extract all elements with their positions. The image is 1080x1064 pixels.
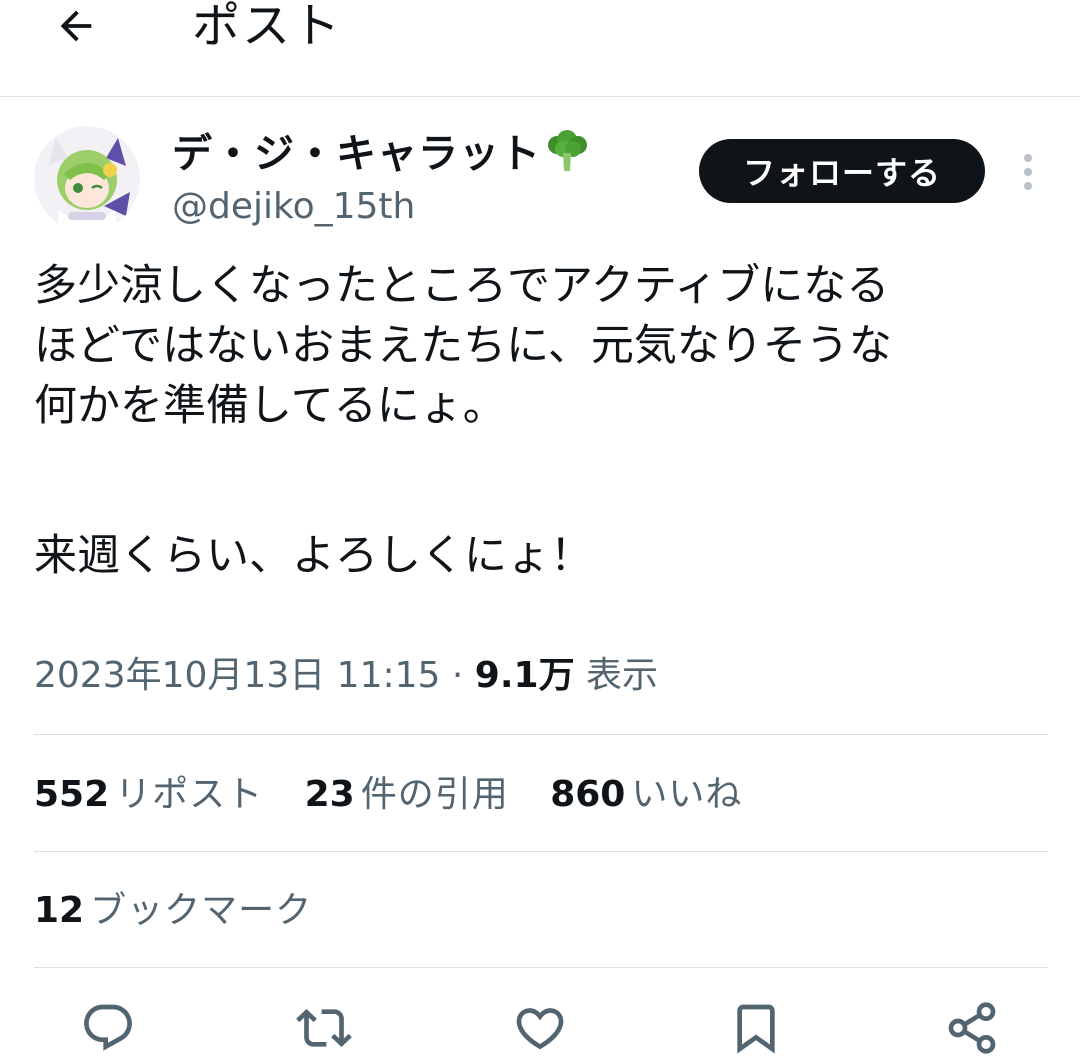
post-meta: 2023年10月13日 11:15 · 9.1万 表示 (34, 652, 658, 700)
bookmark-button[interactable] (724, 1000, 788, 1064)
quotes-count: 23 (304, 774, 355, 815)
arrow-left-icon (60, 10, 92, 42)
share-button[interactable] (940, 1000, 1004, 1064)
likes-label: いいね (631, 774, 743, 815)
avatar-image (34, 126, 140, 232)
reposts-stat[interactable]: 552 リポスト (34, 770, 263, 820)
more-options-button[interactable] (1008, 150, 1048, 194)
bookmarks-count: 12 (34, 890, 85, 931)
engagement-stats: 552 リポスト 23 件の引用 860 いいね (34, 770, 772, 820)
post-text: 多少涼しくなったところでアクティブになる ほどではないおまえたちに、元気なりそう… (34, 256, 1044, 586)
avatar[interactable] (34, 126, 140, 232)
repost-button[interactable] (292, 1000, 356, 1064)
top-bar: ポスト (0, 0, 1080, 97)
views-count: 9.1万 (474, 655, 575, 696)
action-bar (0, 1000, 1080, 1054)
reposts-count: 552 (34, 774, 110, 815)
reply-button[interactable] (76, 1000, 140, 1064)
post-text-line: 何かを準備してるにょ。 (34, 381, 506, 431)
author-display-name[interactable]: デ・ジ・キャラット (172, 128, 591, 186)
likes-count: 860 (550, 774, 626, 815)
back-button[interactable] (44, 0, 108, 52)
post-timestamp[interactable]: 2023年10月13日 11:15 (34, 655, 440, 696)
like-button[interactable] (508, 1000, 572, 1064)
bookmarks-label: ブックマーク (90, 890, 313, 931)
page-title: ポスト (192, 0, 343, 54)
more-vertical-icon (1024, 154, 1032, 190)
display-name-text: デ・ジ・キャラット (172, 131, 541, 177)
post-text-line: 来週くらい、よろしくにょ！ (34, 531, 593, 581)
quotes-label: 件の引用 (360, 774, 509, 815)
views-label: 表示 (586, 655, 659, 696)
follow-button[interactable]: フォローする (699, 139, 985, 203)
likes-stat[interactable]: 860 いいね (550, 770, 742, 820)
divider (34, 851, 1048, 852)
broccoli-icon (543, 129, 591, 186)
quotes-stat[interactable]: 23 件の引用 (305, 770, 509, 820)
author-handle[interactable]: @dejiko_15th (172, 184, 415, 230)
post-text-line: ほどではないおまえたちに、元気なりそうな (34, 321, 892, 371)
divider (34, 967, 1048, 968)
divider (34, 734, 1048, 735)
meta-separator: · (451, 655, 464, 696)
bookmarks-stat[interactable]: 12 ブックマーク (34, 886, 312, 936)
post-text-line: 多少涼しくなったところでアクティブになる (34, 261, 890, 311)
reposts-label: リポスト (115, 774, 264, 815)
